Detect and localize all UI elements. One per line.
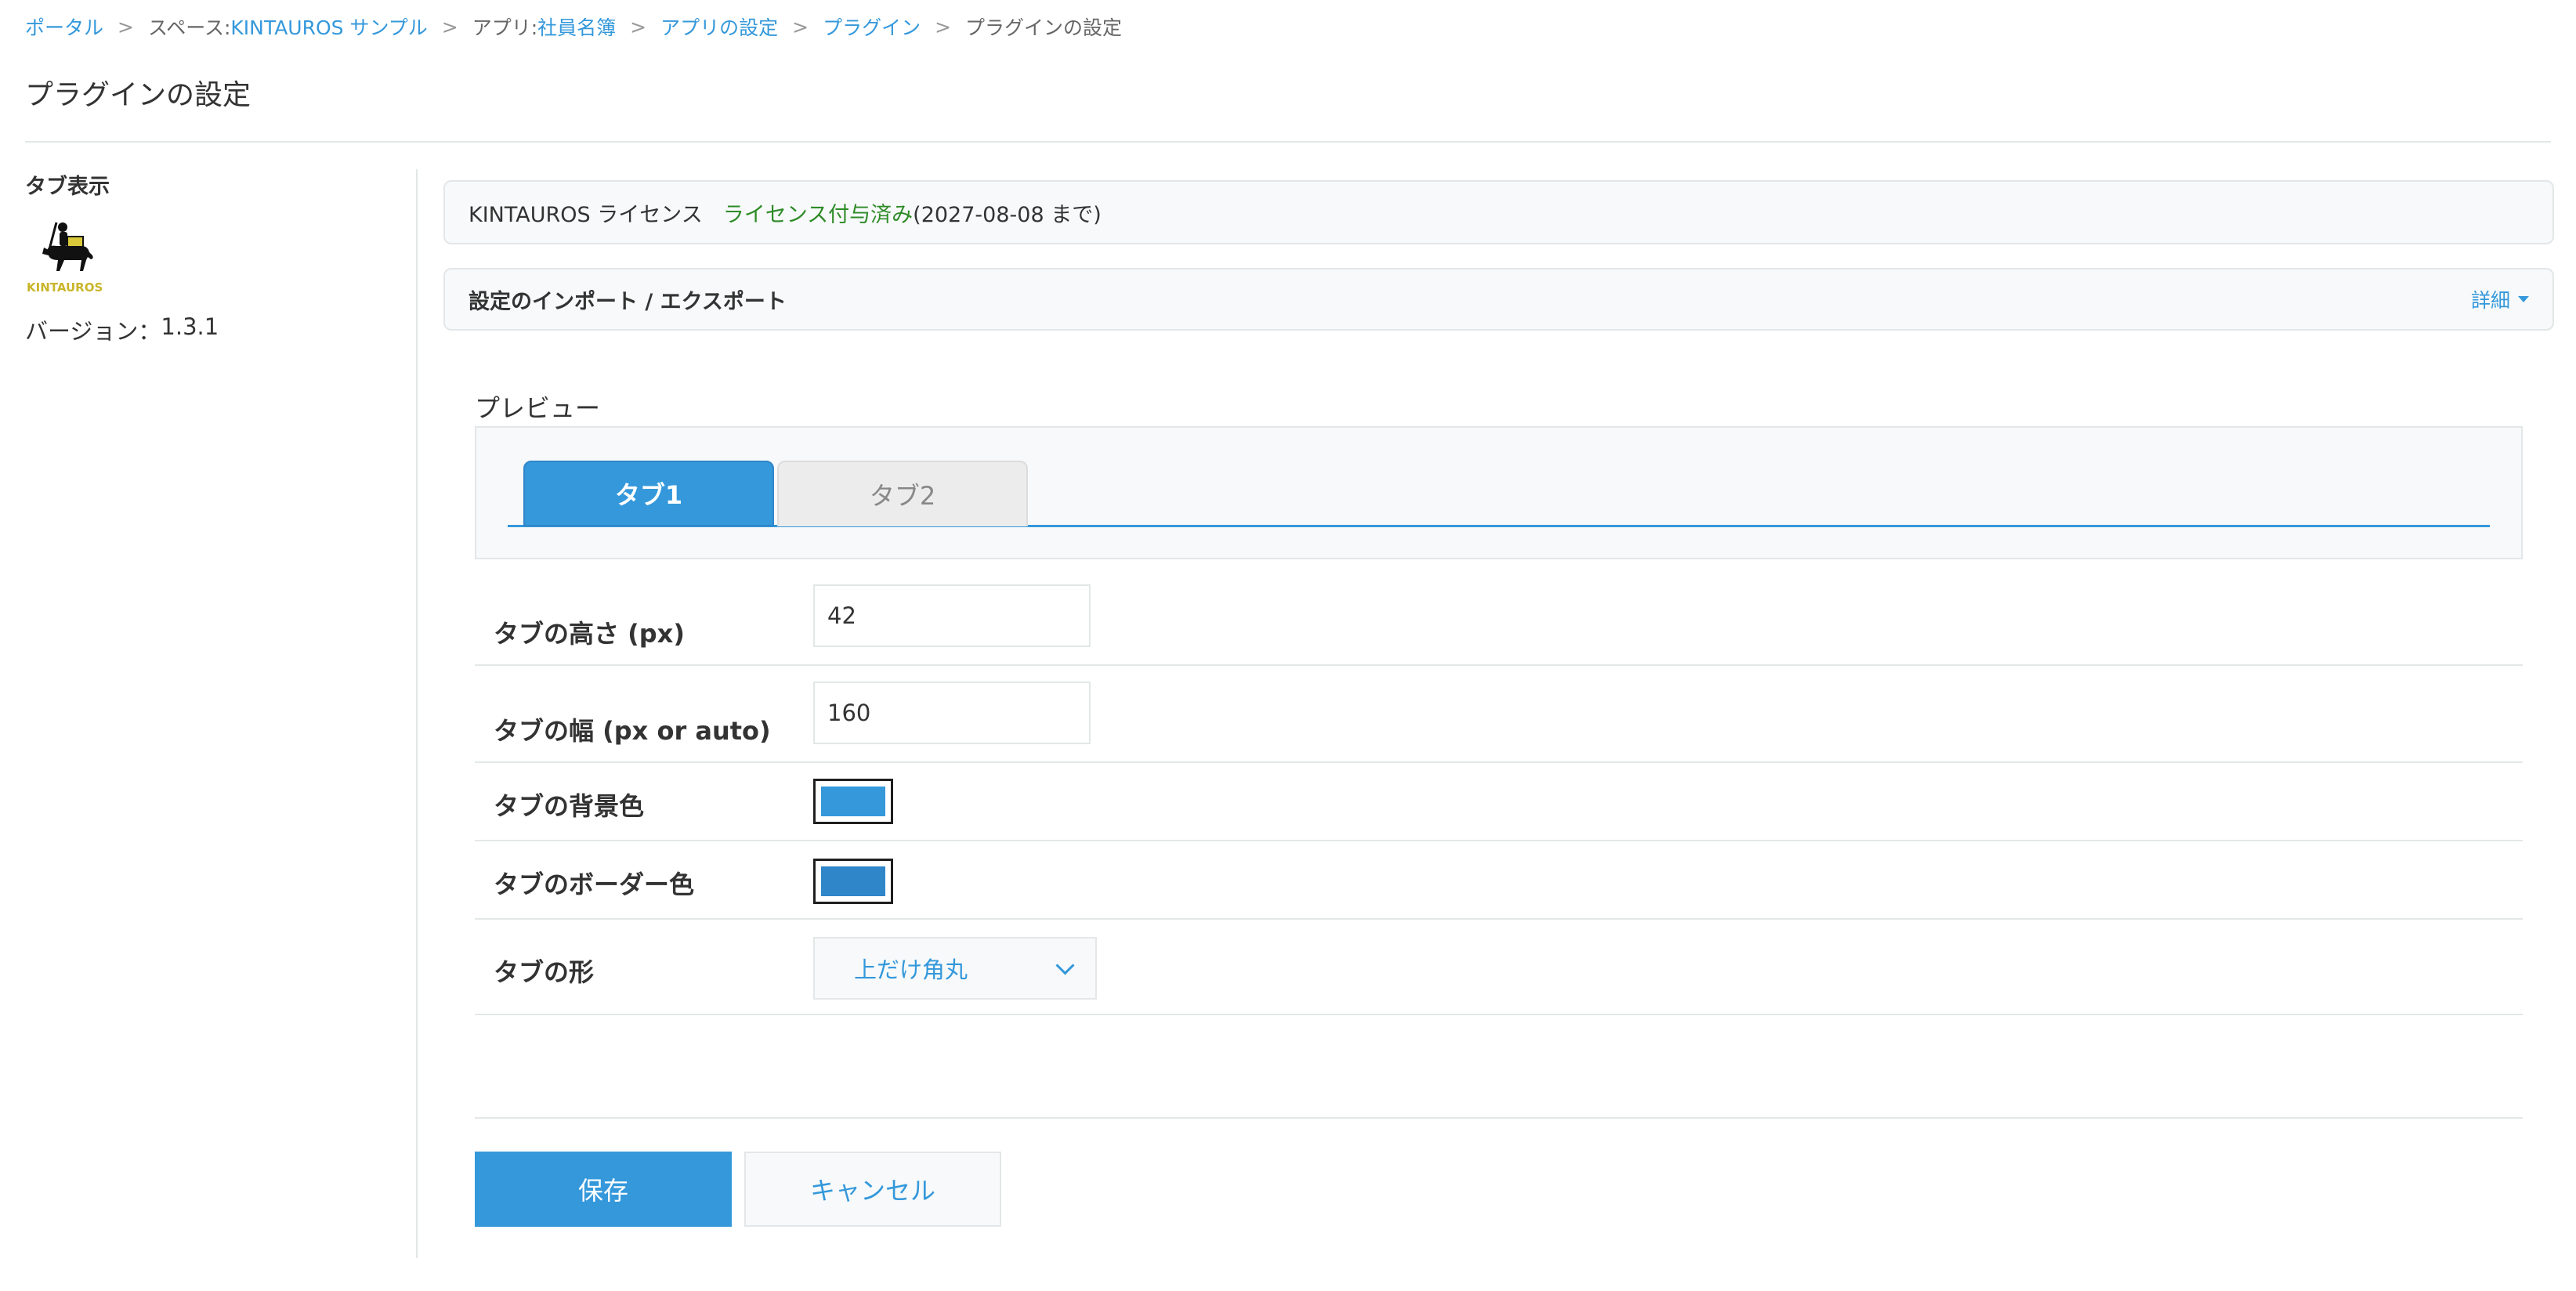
license-status: ライセンス付与済み — [722, 202, 914, 227]
license-expiry: (2027-08-08 まで) — [913, 202, 1102, 227]
breadcrumb-space-prefix: スペース: — [147, 16, 231, 39]
setting-row-shape: タブの形 上だけ角丸 — [475, 920, 2523, 1015]
breadcrumb-separator: > — [935, 15, 952, 38]
breadcrumb-portal-link[interactable]: ポータル — [25, 13, 103, 41]
preview-tab-1[interactable]: タブ1 — [523, 461, 774, 526]
border-color-picker[interactable] — [813, 859, 893, 904]
plugin-version: バージョン： 1.3.1 — [25, 313, 219, 346]
breadcrumb-current: プラグインの設定 — [965, 16, 1123, 39]
version-label: バージョン： — [25, 318, 161, 345]
cancel-button[interactable]: キャンセル — [744, 1152, 1001, 1227]
knight-horse-icon: KINTAUROS — [27, 222, 103, 295]
bg-color-label: タブの背景色 — [494, 791, 645, 821]
breadcrumb-app-link[interactable]: 社員名簿 — [537, 13, 616, 41]
setting-row-border-color: タブのボーダー色 — [475, 841, 2523, 920]
preview-tab-2[interactable]: タブ2 — [777, 461, 1028, 526]
shape-label: タブの形 — [494, 957, 595, 987]
height-label: タブの高さ (px) — [494, 619, 685, 649]
license-product: KINTAUROS ライセンス — [469, 202, 703, 227]
shape-selected-value: 上だけ角丸 — [854, 956, 968, 983]
width-label: タブの幅 (px or auto) — [494, 716, 771, 746]
setting-row-height: タブの高さ (px) — [475, 584, 2523, 666]
preview-box: タブ1 タブ2 — [475, 426, 2523, 559]
breadcrumb-app-settings-link[interactable]: アプリの設定 — [660, 13, 778, 41]
chevron-down-icon — [1055, 955, 1075, 975]
save-button[interactable]: 保存 — [475, 1152, 732, 1227]
import-export-title: 設定のインポート / エクスポート — [469, 289, 787, 314]
setting-row-bg-color: タブの背景色 — [475, 763, 2523, 841]
import-export-panel: 設定のインポート / エクスポート 詳細 — [443, 268, 2554, 331]
breadcrumb-separator: > — [441, 15, 458, 38]
license-panel: KINTAUROS ライセンス ライセンス付与済み (2027-08-08 まで… — [443, 180, 2554, 244]
page-title: プラグインの設定 — [25, 79, 251, 111]
svg-text:KINTAUROS: KINTAUROS — [27, 280, 103, 295]
version-value: 1.3.1 — [161, 313, 219, 340]
breadcrumb: ポータル > スペース: KINTAUROS サンプル > アプリ: 社員名簿 … — [25, 11, 1122, 42]
form-divider — [475, 1117, 2523, 1119]
sidebar-divider — [416, 169, 418, 1258]
plugin-name: タブ表示 — [25, 175, 110, 199]
breadcrumb-separator: > — [792, 15, 809, 38]
width-input[interactable] — [813, 682, 1091, 744]
logo-text-k: KINTAUROS — [27, 280, 103, 295]
caret-down-icon — [2518, 296, 2529, 302]
title-divider — [25, 141, 2551, 143]
setting-row-width: タブの幅 (px or auto) — [475, 666, 2523, 763]
border-color-label: タブのボーダー色 — [494, 870, 695, 899]
breadcrumb-app-prefix: アプリ: — [472, 16, 538, 39]
border-color-swatch — [821, 866, 885, 896]
breadcrumb-space-link[interactable]: KINTAUROS サンプル — [230, 13, 427, 41]
detail-toggle[interactable]: 詳細 — [2471, 285, 2529, 313]
breadcrumb-plugins-link[interactable]: プラグイン — [823, 13, 921, 41]
bg-color-picker[interactable] — [813, 779, 893, 824]
shape-select[interactable]: 上だけ角丸 — [813, 937, 1097, 1000]
height-input[interactable] — [813, 584, 1091, 647]
preview-label: プレビュー — [475, 393, 601, 423]
detail-label: 詳細 — [2470, 289, 2510, 312]
breadcrumb-separator: > — [630, 15, 647, 38]
bg-color-swatch — [821, 787, 885, 816]
kintauros-logo: KINTAUROS — [25, 216, 113, 295]
breadcrumb-separator: > — [118, 15, 134, 38]
